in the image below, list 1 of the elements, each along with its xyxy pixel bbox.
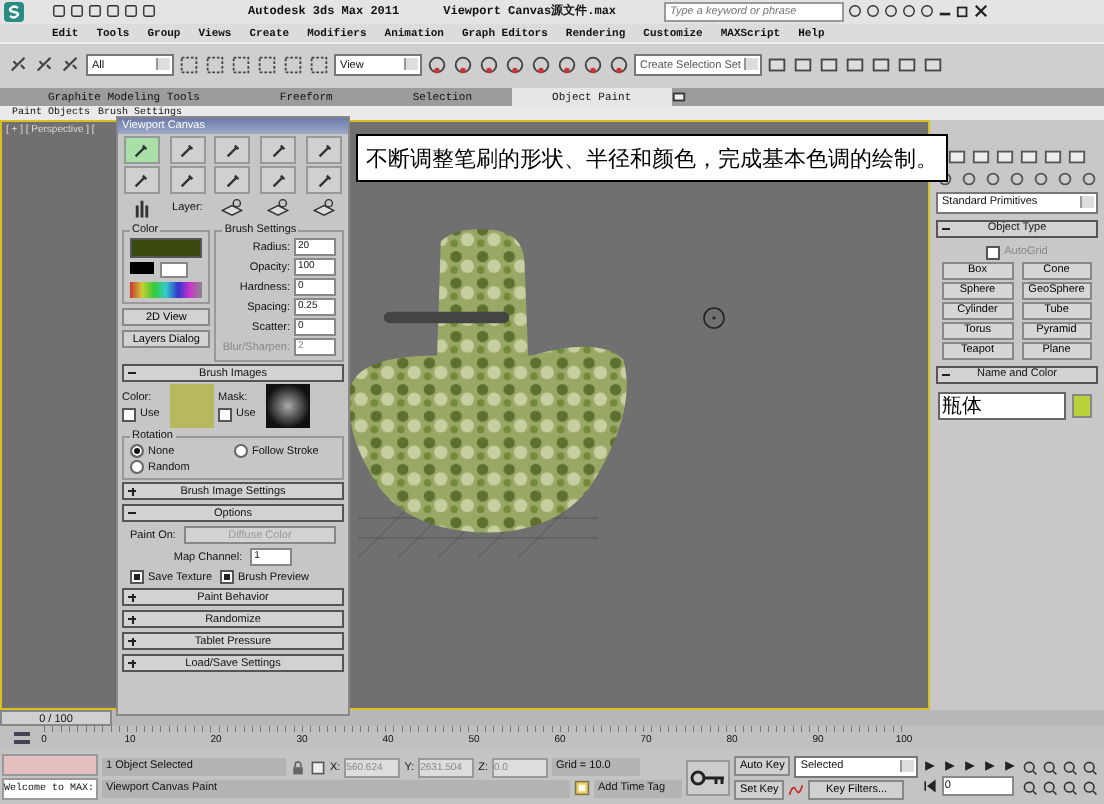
caption-text: 不断调整笔刷的形状、半径和颜色，完成基本色调的绘制。	[356, 133, 948, 182]
